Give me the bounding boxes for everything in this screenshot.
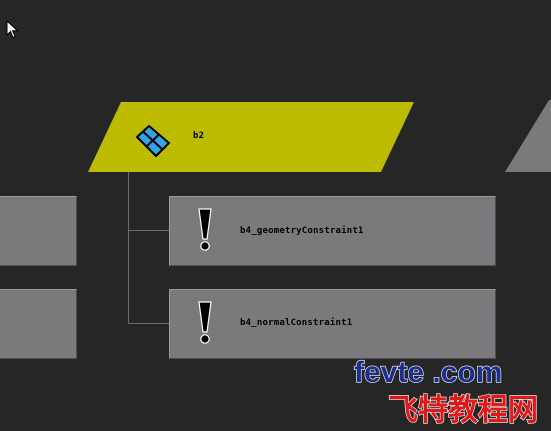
- watermark-line2: 飞特教程网: [388, 393, 538, 428]
- nurbs-surface-icon: [136, 125, 170, 157]
- watermark-line1: fevte .com: [354, 356, 502, 389]
- transform-node-label: b2: [193, 131, 205, 141]
- constraint-node-label: b4_geometryConstraint1: [240, 226, 364, 236]
- offscreen-node-right[interactable]: [505, 100, 551, 174]
- hypergraph-canvas[interactable]: b2 b4_geometryConstraint1 b4_normalConst…: [0, 0, 551, 431]
- offscreen-node-left-bottom[interactable]: [0, 289, 77, 359]
- offscreen-node-left-top[interactable]: [0, 196, 77, 266]
- mouse-cursor-icon: [6, 20, 19, 39]
- connector-branch-normal: [128, 323, 169, 324]
- exclamation-icon: [198, 301, 212, 344]
- transform-node-b2[interactable]: b2: [88, 102, 415, 173]
- site-watermark: fevte .com 飞特教程网: [353, 355, 538, 428]
- connector-trunk: [128, 172, 129, 324]
- constraint-node-normal[interactable]: b4_normalConstraint1: [169, 289, 496, 359]
- constraint-node-geometry[interactable]: b4_geometryConstraint1: [169, 196, 496, 266]
- exclamation-icon: [198, 208, 212, 251]
- connector-branch-geometry: [128, 230, 169, 231]
- constraint-node-label: b4_normalConstraint1: [240, 318, 353, 328]
